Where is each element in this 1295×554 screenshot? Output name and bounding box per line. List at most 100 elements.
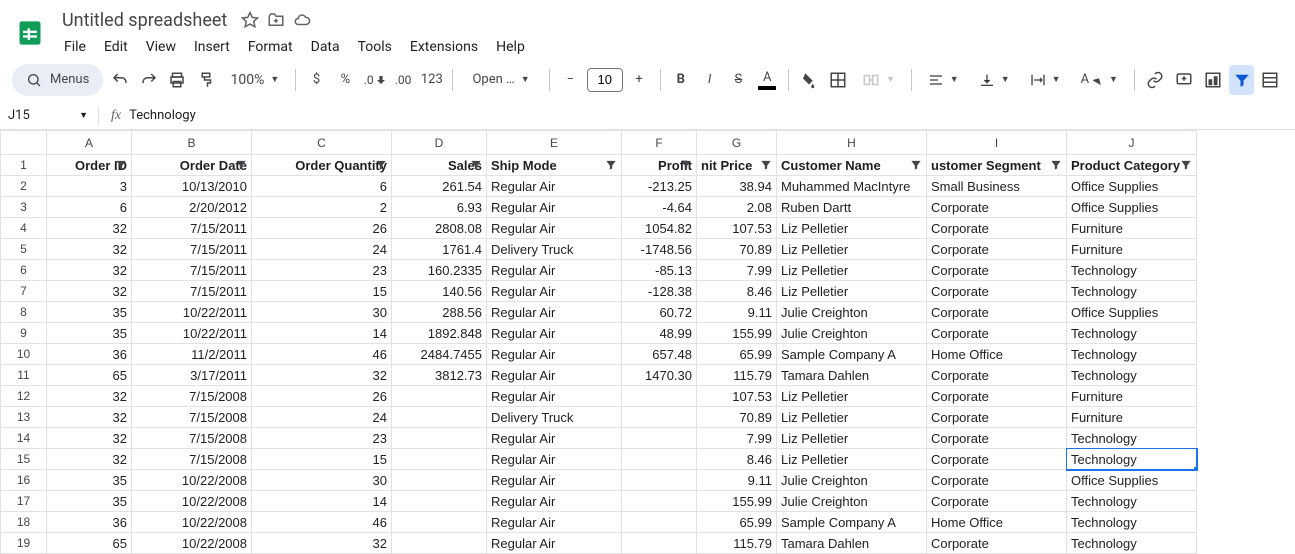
- percent-button[interactable]: %: [333, 65, 358, 95]
- cell[interactable]: Liz Pelletier: [777, 239, 927, 260]
- cell[interactable]: Sample Company A: [777, 344, 927, 365]
- cell[interactable]: Technology: [1067, 533, 1197, 554]
- cell[interactable]: Small Business: [927, 176, 1067, 197]
- strike-button[interactable]: S: [726, 65, 751, 95]
- cell[interactable]: Furniture: [1067, 239, 1197, 260]
- cell[interactable]: Technology: [1067, 323, 1197, 344]
- cell[interactable]: Liz Pelletier: [777, 281, 927, 302]
- cell[interactable]: [392, 470, 487, 491]
- cell[interactable]: Regular Air: [487, 428, 622, 449]
- cell[interactable]: Liz Pelletier: [777, 428, 927, 449]
- cell[interactable]: Corporate: [927, 491, 1067, 512]
- cell[interactable]: 7/15/2008: [132, 428, 252, 449]
- cell[interactable]: Liz Pelletier: [777, 260, 927, 281]
- cell[interactable]: 8.46: [697, 449, 777, 470]
- cell[interactable]: Corporate: [927, 197, 1067, 218]
- cell[interactable]: 2808.08: [392, 218, 487, 239]
- menu-data[interactable]: Data: [303, 35, 348, 59]
- cell[interactable]: 140.56: [392, 281, 487, 302]
- cell[interactable]: 11/2/2011: [132, 344, 252, 365]
- rotate-button[interactable]: A▼: [1073, 65, 1126, 95]
- cell[interactable]: Muhammed MacIntyre: [777, 176, 927, 197]
- col-header-C[interactable]: C: [252, 131, 392, 155]
- cell[interactable]: Julie Creighton: [777, 302, 927, 323]
- cell[interactable]: 32: [47, 407, 132, 428]
- cell[interactable]: 107.53: [697, 218, 777, 239]
- move-icon[interactable]: [267, 11, 285, 29]
- cell[interactable]: Delivery Truck: [487, 407, 622, 428]
- fill-color-button[interactable]: [796, 65, 821, 95]
- font-size-input[interactable]: [587, 68, 623, 92]
- cell[interactable]: 24: [252, 407, 392, 428]
- col-header-A[interactable]: A: [47, 131, 132, 155]
- cell[interactable]: Julie Creighton: [777, 323, 927, 344]
- cell[interactable]: Regular Air: [487, 281, 622, 302]
- col-header-G[interactable]: G: [697, 131, 777, 155]
- col-header-H[interactable]: H: [777, 131, 927, 155]
- undo-button[interactable]: [107, 65, 132, 95]
- cell[interactable]: [622, 491, 697, 512]
- cell[interactable]: 60.72: [622, 302, 697, 323]
- cell[interactable]: -85.13: [622, 260, 697, 281]
- row-header[interactable]: 13: [1, 407, 47, 428]
- decrease-font-size-button[interactable]: −: [558, 65, 583, 95]
- menu-tools[interactable]: Tools: [350, 35, 400, 59]
- cell[interactable]: Technology: [1067, 449, 1197, 470]
- cell[interactable]: Home Office: [927, 344, 1067, 365]
- col-header-E[interactable]: E: [487, 131, 622, 155]
- cell[interactable]: 38.94: [697, 176, 777, 197]
- cell[interactable]: Technology: [1067, 344, 1197, 365]
- menu-help[interactable]: Help: [488, 35, 533, 59]
- menu-view[interactable]: View: [138, 35, 184, 59]
- cell[interactable]: Corporate: [927, 470, 1067, 491]
- cell[interactable]: Delivery Truck: [487, 239, 622, 260]
- header-cell[interactable]: nit Price: [697, 155, 777, 176]
- row-header[interactable]: 10: [1, 344, 47, 365]
- cell[interactable]: 24: [252, 239, 392, 260]
- cell[interactable]: 7/15/2008: [132, 386, 252, 407]
- cell[interactable]: Regular Air: [487, 323, 622, 344]
- cell[interactable]: [622, 386, 697, 407]
- cell[interactable]: 288.56: [392, 302, 487, 323]
- row-header[interactable]: 8: [1, 302, 47, 323]
- italic-button[interactable]: I: [697, 65, 722, 95]
- cell[interactable]: 10/22/2008: [132, 470, 252, 491]
- cell[interactable]: 32: [47, 428, 132, 449]
- cell[interactable]: -1748.56: [622, 239, 697, 260]
- row-header[interactable]: 4: [1, 218, 47, 239]
- cell[interactable]: 6: [252, 176, 392, 197]
- header-cell[interactable]: Order ID: [47, 155, 132, 176]
- cell[interactable]: 1054.82: [622, 218, 697, 239]
- bold-button[interactable]: B: [668, 65, 693, 95]
- cell[interactable]: Liz Pelletier: [777, 218, 927, 239]
- decrease-decimal-button[interactable]: .0: [362, 65, 387, 95]
- cell[interactable]: Home Office: [927, 512, 1067, 533]
- cell[interactable]: Office Supplies: [1067, 302, 1197, 323]
- cell[interactable]: Regular Air: [487, 449, 622, 470]
- formula-input[interactable]: Technology: [129, 108, 1295, 123]
- cell[interactable]: Furniture: [1067, 218, 1197, 239]
- cell[interactable]: 9.11: [697, 302, 777, 323]
- cell[interactable]: 65: [47, 533, 132, 554]
- cell[interactable]: Corporate: [927, 260, 1067, 281]
- cell[interactable]: 46: [252, 512, 392, 533]
- col-header-B[interactable]: B: [132, 131, 252, 155]
- comment-button[interactable]: [1172, 65, 1197, 95]
- cell[interactable]: 23: [252, 428, 392, 449]
- cell[interactable]: [392, 386, 487, 407]
- row-header[interactable]: 18: [1, 512, 47, 533]
- font-dropdown[interactable]: Open …▼: [461, 65, 541, 95]
- header-cell[interactable]: ustomer Segment: [927, 155, 1067, 176]
- cell[interactable]: 2/20/2012: [132, 197, 252, 218]
- cell[interactable]: 14: [252, 491, 392, 512]
- cell[interactable]: [622, 449, 697, 470]
- wrap-button[interactable]: ▼: [1022, 65, 1069, 95]
- cell[interactable]: Regular Air: [487, 176, 622, 197]
- cell[interactable]: [622, 470, 697, 491]
- cell[interactable]: 26: [252, 218, 392, 239]
- borders-button[interactable]: [825, 65, 850, 95]
- cell[interactable]: 7.99: [697, 428, 777, 449]
- merge-button[interactable]: ▼: [854, 65, 903, 95]
- cell[interactable]: Regular Air: [487, 302, 622, 323]
- row-header[interactable]: 15: [1, 449, 47, 470]
